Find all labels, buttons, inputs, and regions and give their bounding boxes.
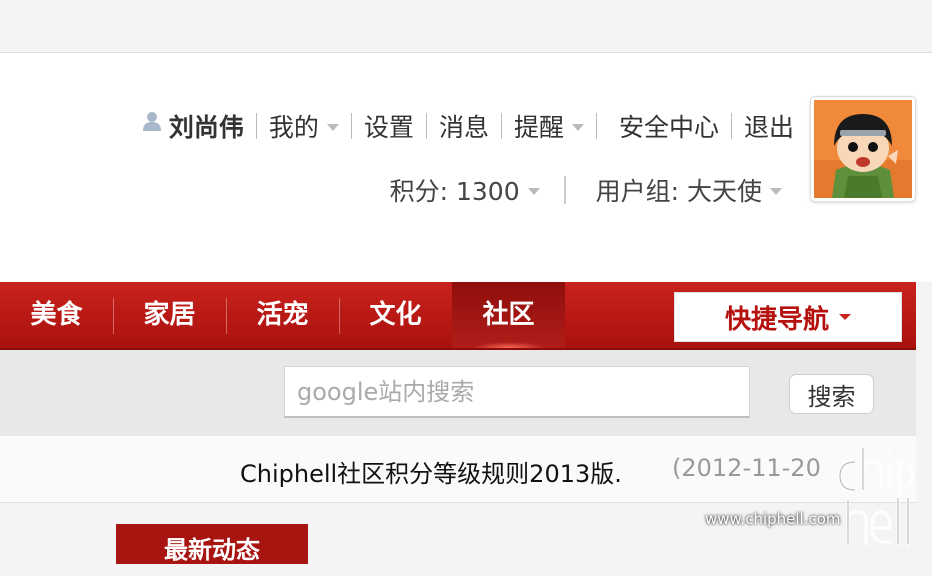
nav-items: 美食 家居 活宠 文化 社区	[0, 282, 565, 348]
nav-item-pets[interactable]: 活宠	[226, 282, 339, 348]
messages-link[interactable]: 消息	[439, 108, 489, 144]
my-menu[interactable]: 我的	[269, 108, 339, 144]
announcement-date: (2012-11-20	[672, 454, 821, 482]
reminders-label: 提醒	[513, 113, 564, 142]
user-group-menu[interactable]: 用户组: 大天使	[596, 172, 782, 208]
user-bar: 刘尚伟 我的 设置 消息 提醒 安全中心 退出	[141, 108, 794, 144]
quick-nav-button[interactable]: 快捷导航	[674, 292, 902, 342]
reminders-menu[interactable]: 提醒	[514, 108, 584, 144]
points-label: 积分: 1300	[389, 177, 520, 206]
user-icon	[141, 109, 163, 131]
nav-item-home[interactable]: 家居	[113, 282, 226, 348]
divider	[350, 113, 352, 139]
my-menu-label: 我的	[268, 113, 319, 142]
search-button[interactable]: 搜索	[789, 374, 874, 414]
username-link[interactable]: 刘尚伟	[169, 108, 244, 144]
top-bar	[0, 0, 932, 53]
divider	[563, 176, 566, 204]
announcement-link[interactable]: Chiphell社区积分等级规则2013版.	[240, 454, 622, 489]
watermark-url: www.chiphell.com	[705, 510, 841, 528]
nav-item-culture[interactable]: 文化	[339, 282, 452, 348]
points-menu[interactable]: 积分: 1300	[390, 172, 540, 208]
stat-bar: 积分: 1300 用户组: 大天使	[390, 172, 782, 208]
chevron-down-icon	[571, 123, 584, 131]
chevron-down-icon	[839, 314, 851, 320]
user-group-label: 用户组: 大天使	[595, 177, 762, 206]
chevron-down-icon	[527, 187, 540, 195]
divider	[595, 113, 597, 139]
settings-link[interactable]: 设置	[364, 108, 414, 144]
header	[0, 53, 932, 282]
divider	[255, 113, 257, 139]
main-nav: 美食 家居 活宠 文化 社区 快捷导航	[0, 282, 916, 350]
nav-item-community[interactable]: 社区	[452, 282, 565, 348]
quick-nav-label: 快捷导航	[724, 304, 829, 335]
avatar[interactable]	[810, 96, 916, 202]
search-input[interactable]	[284, 366, 750, 418]
chevron-down-icon	[770, 187, 782, 195]
announcement-bar: Chiphell社区积分等级规则2013版. (2012-11-20	[0, 436, 916, 503]
divider	[500, 113, 502, 139]
logout-link[interactable]: 退出	[744, 108, 794, 144]
nav-item-food[interactable]: 美食	[0, 282, 113, 348]
divider	[730, 113, 732, 139]
avatar-image	[814, 100, 912, 198]
latest-activity-tab[interactable]: 最新动态	[116, 524, 308, 564]
search-bar: 搜索	[0, 350, 916, 436]
divider	[425, 113, 427, 139]
chevron-down-icon	[326, 123, 339, 131]
security-center-link[interactable]: 安全中心	[619, 108, 719, 144]
